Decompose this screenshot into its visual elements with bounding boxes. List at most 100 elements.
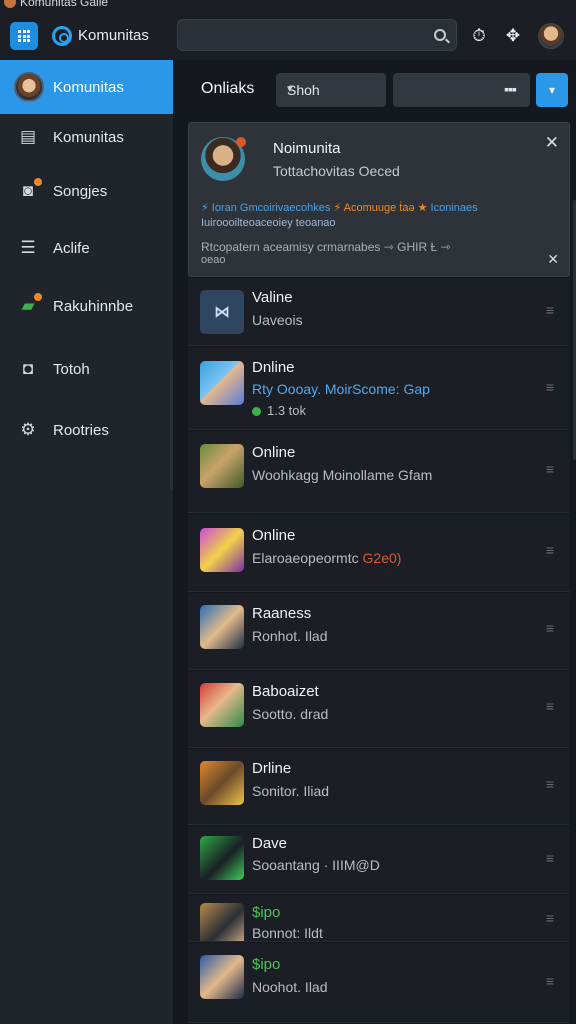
item-title: $ipo [252,956,281,973]
item-title: Raaness [252,605,312,622]
close-icon[interactable]: ✕ [545,133,559,153]
drag-handle-icon[interactable]: ≡ [546,461,554,477]
sidebar-item-komunitas-inbox[interactable]: ▤ Komunitas [0,110,173,164]
profile-avatar [14,72,44,102]
chevron-down-icon: ▾ [287,83,293,95]
drag-handle-icon[interactable]: ≡ [546,850,554,866]
item-subtitle: Bonnot: Ildt [252,925,323,941]
window-title: Komunitas Gaile [20,0,109,9]
sidebar-item-label: Totoh [53,360,90,378]
notification-subtitle: Tottachovitas Oeced [273,163,400,179]
list-item[interactable]: Raaness Ronhot. Ilad ≡ [188,593,570,670]
notification-detail: Iuiroooilteoaceoiey teoanao [201,217,336,229]
online-count-text: 1.3 tok [267,403,307,418]
game-thumbnail [200,605,244,649]
main-panel: Onliaks Shoh ▾ ▪▪▪ ▾ Noimunita Tottachov… [173,60,576,1024]
game-thumbnail [200,761,244,805]
search-box[interactable] [177,19,457,51]
sidebar-item-songjes[interactable]: ◙ Songjes [0,164,173,218]
message-part: ⚡ Ioran Gmcoirivaecohkes [201,202,331,214]
sort-select[interactable]: ▪▪▪ [393,73,530,107]
item-subtitle: Woohkagg Moinollame Gfam [252,467,433,483]
sidebar-item-komunitas[interactable]: Komunitas [0,60,173,114]
item-subtitle: Sootto. drad [252,706,329,722]
dropdown-button[interactable]: ▾ [536,73,568,107]
more-dots-icon: ▪▪▪ [504,81,517,97]
item-title: Online [252,444,296,461]
list-item[interactable]: Dnline Rty Oooay. MoirScome: Gap 1.3 tok… [188,347,570,430]
sidebar-item-label: Aclife [53,239,90,257]
community-logo: ⋈ [200,290,244,334]
game-thumbnail [200,444,244,488]
online-count: 1.3 tok [252,403,306,418]
list-item[interactable]: $ipo Noohot. Ilad ≡ [188,943,570,1023]
sidebar-item-rootries[interactable]: ⚙ Rootries [0,403,173,457]
notification-dot [34,178,42,186]
sidebar: Komunitas ▤ Komunitas ◙ Songjes ☰ Aclife… [0,60,173,1024]
item-title: Valine [252,289,293,306]
item-title: Dnline [252,359,295,376]
search-icon[interactable] [434,29,446,41]
drag-handle-icon[interactable]: ≡ [546,698,554,714]
item-subtitle-highlight: G2e0) [362,550,402,566]
apps-grid-button[interactable] [10,22,38,50]
sidebar-item-aclife[interactable]: ☰ Aclife [0,221,173,275]
list-item[interactable]: Online Woohkagg Moinollame Gfam ≡ [188,431,570,513]
list-item[interactable]: Dave Sooantang · IIIM@D ≡ [188,826,570,894]
message-part: Iconinaes [430,202,478,214]
drag-handle-icon[interactable]: ≡ [546,910,554,926]
sidebar-item-rakuhinnbe[interactable]: ▰ Rakuhinnbe [0,279,173,333]
sidebar-item-label: Komunitas [53,78,124,96]
list-item[interactable]: Drline Sonitor. Iliad ≡ [188,749,570,825]
notification-footer-note: oeao [201,254,226,266]
game-thumbnail [200,955,244,999]
item-title: Drline [252,760,292,777]
item-subtitle: Rty Oooay. MoirScome: Gap [252,381,430,397]
user-avatar[interactable] [538,23,564,49]
list-item[interactable]: Baboaizet Sootto. drad ≡ [188,671,570,748]
dismiss-icon[interactable]: ✕ [547,251,559,268]
list-item[interactable]: Online Elaroaeopeormtc G2e0) ≡ [188,514,570,592]
drag-handle-icon[interactable]: ≡ [546,776,554,792]
notification-card[interactable]: Noimunita Tottachovitas Oeced ✕ ⚡ Ioran … [188,122,570,277]
filter-select[interactable]: Shoh ▾ [276,73,386,107]
item-title: Online [252,527,296,544]
top-bar: Komunitas ⏱ ✥ [0,12,576,60]
drag-handle-icon[interactable]: ≡ [546,973,554,989]
message-icon: ◘ [22,359,34,378]
app-logo-icon [4,0,16,8]
inbox-icon: ▤ [19,127,37,146]
message-highlight: ⚡ Acomuuge ṫaə ★ [333,202,428,214]
game-thumbnail [200,836,244,880]
item-subtitle: Ronhot. Ilad [252,628,328,644]
drag-handle-icon[interactable]: ≡ [546,620,554,636]
drag-handle-icon[interactable]: ≡ [546,302,554,318]
drag-handle-icon[interactable]: ≡ [546,542,554,558]
sidebar-item-label: Rakuhinnbe [53,297,134,315]
timer-icon[interactable]: ⏱ [467,24,491,48]
drag-handle-icon[interactable]: ≡ [546,379,554,395]
item-subtitle-text: Elaroaeopeormtc [252,550,359,566]
window-titlebar: Komunitas Gaile [0,0,576,12]
filter-title: Onliaks [201,80,255,97]
gamepad-icon[interactable]: ✥ [501,24,525,48]
list-icon: ☰ [20,238,36,257]
search-input[interactable] [188,26,428,46]
list-item[interactable]: ⋈ Valine Uaveois ≡ [188,278,570,346]
item-subtitle: Elaroaeopeormtc G2e0) [252,550,401,566]
item-title: Baboaizet [252,683,319,700]
online-dot-icon [252,407,261,416]
game-thumbnail [200,903,244,941]
sidebar-item-label: Komunitas [53,128,124,146]
game-thumbnail [200,683,244,727]
game-thumbnail [200,361,244,405]
chevron-down-icon: ▾ [548,83,556,97]
sidebar-item-label: Rootries [53,421,109,439]
list-item[interactable]: $ipo Bonnot: Ildt ≡ [188,895,570,942]
notification-dot [34,293,42,301]
notification-badge [236,137,246,147]
item-subtitle: Noohot. Ilad [252,979,328,995]
sidebar-item-totoh[interactable]: ◘ Totoh [0,342,173,396]
notification-message: ⚡ Ioran Gmcoirivaecohkes ⚡ Acomuuge ṫaə … [201,201,551,214]
item-subtitle: Sonitor. Iliad [252,783,330,799]
